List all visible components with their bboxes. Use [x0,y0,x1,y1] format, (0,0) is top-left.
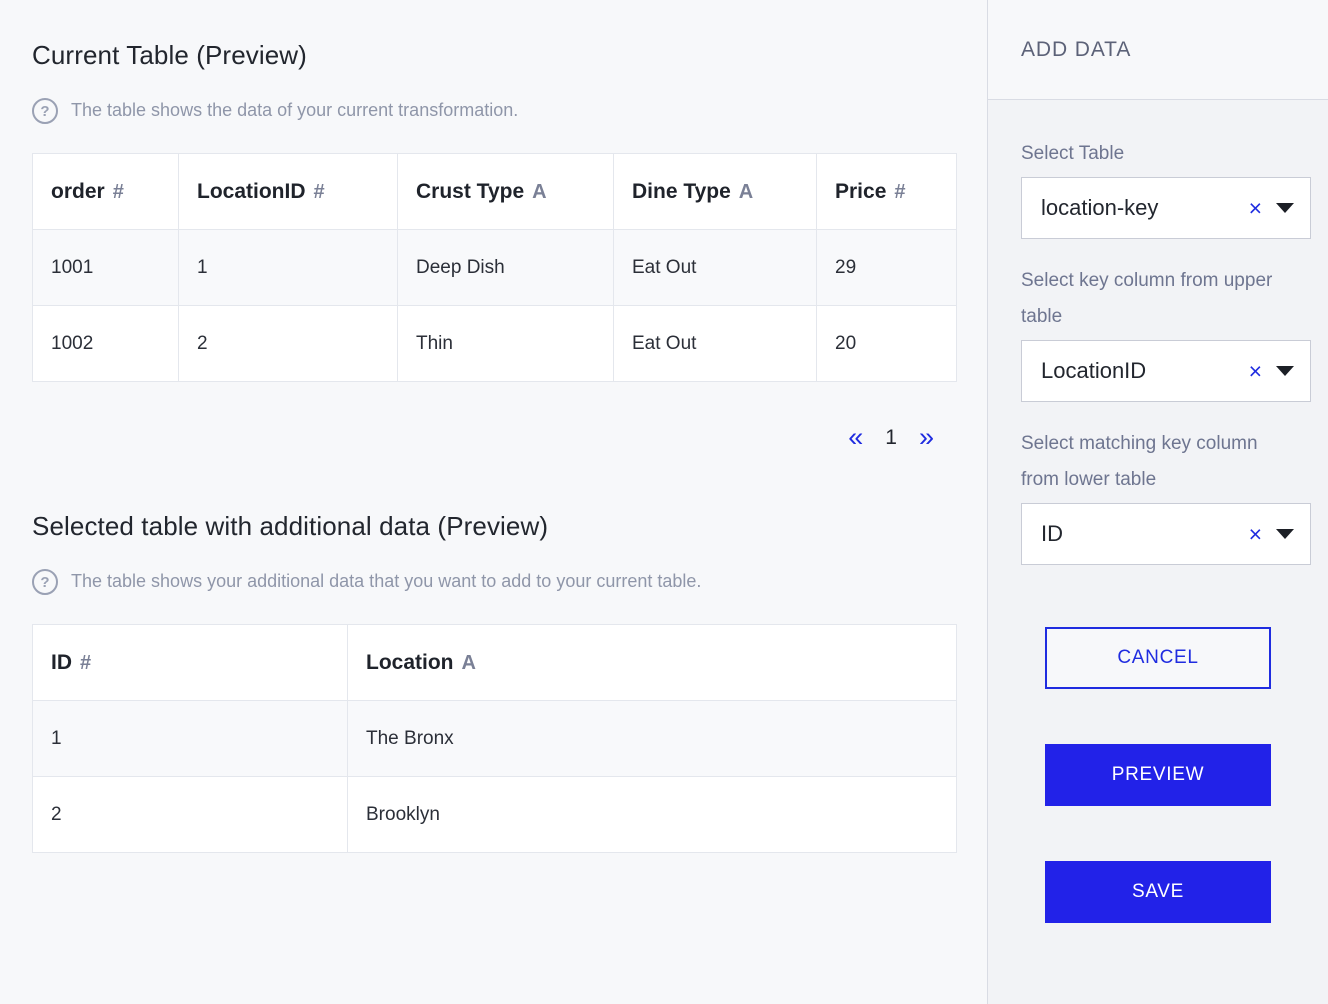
current-table-help-row: ? The table shows the data of your curre… [32,97,955,127]
save-button[interactable]: SAVE [1045,861,1271,924]
column-header-price[interactable]: Price # [816,153,957,231]
chevron-down-icon[interactable] [1276,366,1294,377]
column-label: LocationID [197,179,306,203]
field-upper-key-column: Select key column from upper table Locat… [1021,263,1311,403]
cancel-button[interactable]: CANCEL [1045,627,1271,690]
selected-table: ID # Location A 1 The Bronx 2 Brooklyn [32,624,957,854]
table-cell: 1002 [32,305,179,383]
column-type-icon: # [80,651,92,674]
table-cell: 1001 [32,229,179,307]
column-header-locationid[interactable]: LocationID # [178,153,398,231]
column-type-icon: # [112,180,124,203]
column-type-icon: # [313,180,325,203]
table-cell: The Bronx [347,700,957,778]
preview-button[interactable]: PREVIEW [1045,744,1271,807]
table-cell: Eat Out [613,229,817,307]
table-cell: 1 [32,700,348,778]
clear-icon[interactable]: × [1235,522,1276,546]
column-type-icon: A [461,651,476,674]
question-circle-icon: ? [32,98,58,124]
lower-key-column-label: Select matching key column from lower ta… [1021,433,1258,491]
chevron-down-icon[interactable] [1276,529,1294,540]
column-label: ID [51,650,72,674]
last-page-icon[interactable]: » [919,424,934,451]
column-label: Location [366,650,454,674]
lower-key-column-dropdown[interactable]: ID × [1021,503,1311,566]
column-type-icon: A [738,180,754,203]
panel-title: ADD DATA [1021,37,1132,61]
panel-actions: CANCEL PREVIEW SAVE [1021,627,1295,924]
pagination-controls: « 1 » [32,424,956,451]
panel-header: ADD DATA [988,0,1328,100]
table-row: 1002 2 Thin Eat Out 20 [32,305,957,383]
table-cell: 2 [32,776,348,854]
lower-key-column-value: ID [1041,521,1063,547]
table-header-row: order # LocationID # Crust Type A Dine Type… [32,153,957,231]
question-circle-icon: ? [32,569,58,596]
current-table: order # LocationID # Crust Type A Dine Type… [32,153,957,383]
column-header-order[interactable]: order # [32,153,179,231]
clear-icon[interactable]: × [1235,359,1276,383]
column-header-crust-type[interactable]: Crust Type A [397,153,614,231]
field-lower-key-column: Select matching key column from lower ta… [1021,426,1311,566]
add-data-panel: ADD DATA Select Table location-key × Sel… [987,0,1328,1004]
table-header-row: ID # Location A [32,624,957,702]
current-page-number: 1 [885,425,897,449]
column-label: Price [835,179,887,203]
table-row: 2 Brooklyn [32,776,957,854]
table-cell: 20 [816,305,957,383]
panel-body: Select Table location-key × Select key c… [988,100,1328,1004]
column-header-dine-type[interactable]: Dine Type A [613,153,817,231]
column-header-id[interactable]: ID # [32,624,348,702]
upper-key-column-label: Select key column from upper table [1021,270,1273,328]
table-cell: 2 [178,305,398,383]
table-row: 1001 1 Deep Dish Eat Out 29 [32,229,957,307]
upper-key-column-dropdown[interactable]: LocationID × [1021,340,1311,403]
column-label: Crust Type [416,179,525,203]
select-table-dropdown[interactable]: location-key × [1021,177,1311,240]
table-cell: Eat Out [613,305,817,383]
column-label: Dine Type [632,179,731,203]
table-cell: 29 [816,229,957,307]
column-label: order [51,179,105,203]
first-page-icon[interactable]: « [848,424,863,451]
upper-key-column-value: LocationID [1041,358,1147,384]
table-row: 1 The Bronx [32,700,957,778]
table-cell: 1 [178,229,398,307]
table-cell: Brooklyn [347,776,957,854]
chevron-down-icon[interactable] [1276,203,1294,214]
column-type-icon: A [532,180,547,203]
current-table-title: Current Table (Preview) [32,40,307,70]
selected-table-help-text: The table shows your additional data tha… [71,571,702,592]
spacer-top [32,0,955,40]
table-cell: Deep Dish [397,229,614,307]
column-header-location[interactable]: Location A [347,624,957,702]
select-table-value: location-key [1041,195,1159,221]
table-cell: Thin [397,305,614,383]
clear-icon[interactable]: × [1235,196,1276,220]
selected-table-title: Selected table with additional data (Pre… [32,511,549,542]
current-table-help-text: The table shows the data of your current… [71,100,519,120]
column-type-icon: # [894,180,906,203]
main-content-area: Current Table (Preview) ? The table show… [0,0,987,1004]
field-select-table: Select Table location-key × [1021,136,1311,240]
selected-table-help-row: ? The table shows your additional data t… [32,568,955,598]
select-table-label: Select Table [1021,143,1125,164]
